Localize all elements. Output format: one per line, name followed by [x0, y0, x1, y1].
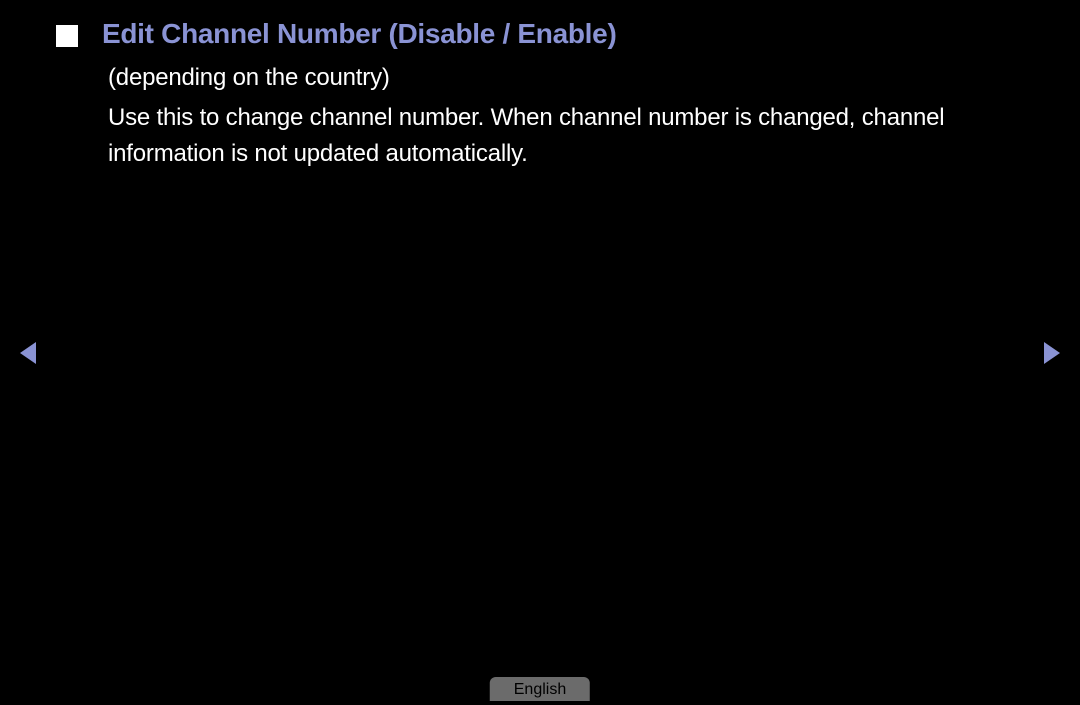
previous-page-button[interactable] [18, 340, 38, 366]
arrow-left-icon [18, 340, 38, 366]
next-page-button[interactable] [1042, 340, 1062, 366]
arrow-right-icon [1042, 340, 1062, 366]
page-title: Edit Channel Number (Disable / Enable) [102, 18, 616, 50]
subtitle-text: (depending on the country) [108, 60, 1024, 96]
content-area: Edit Channel Number (Disable / Enable) (… [0, 0, 1080, 172]
bullet-square-icon [56, 25, 78, 47]
header-row: Edit Channel Number (Disable / Enable) [56, 18, 1024, 50]
language-badge: English [490, 677, 590, 701]
description-text: Use this to change channel number. When … [108, 100, 1024, 172]
